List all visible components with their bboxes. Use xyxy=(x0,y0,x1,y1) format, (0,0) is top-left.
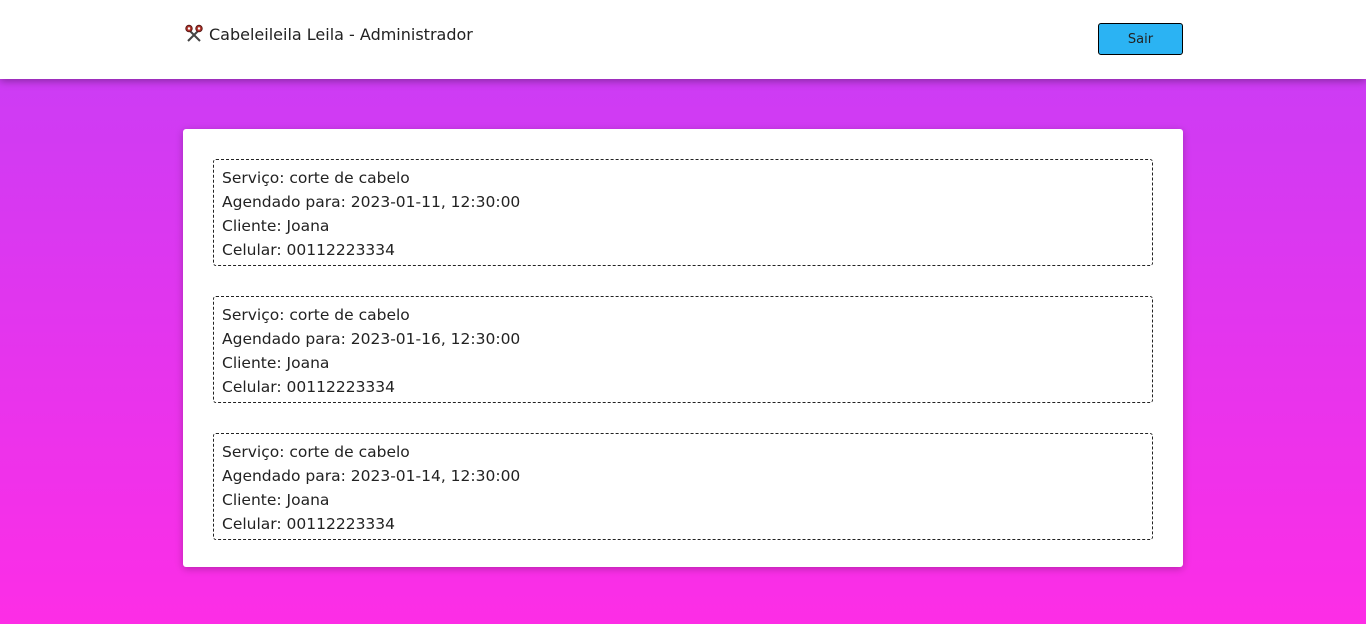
appointment-card: Serviço: corte de cabelo Agendado para: … xyxy=(213,296,1153,403)
appointment-client: Cliente: Joana xyxy=(222,354,330,372)
appointments-panel: Serviço: corte de cabelo Agendado para: … xyxy=(183,129,1183,567)
appointment-datetime: Agendado para: 2023-01-11, 12:30:00 xyxy=(222,193,521,211)
appointment-phone: Celular: 00112223334 xyxy=(222,515,396,533)
appointment-client: Cliente: Joana xyxy=(222,491,330,509)
appointment-client: Cliente: Joana xyxy=(222,217,330,235)
appointment-phone: Celular: 00112223334 xyxy=(222,378,396,396)
appointment-datetime: Agendado para: 2023-01-16, 12:30:00 xyxy=(222,330,521,348)
appointment-service: Serviço: corte de cabelo xyxy=(222,169,410,187)
appointment-service: Serviço: corte de cabelo xyxy=(222,443,410,461)
appointment-card: Serviço: corte de cabelo Agendado para: … xyxy=(213,159,1153,266)
app-title: Cabeleileila Leila - Administrador xyxy=(209,24,473,44)
scissors-icon xyxy=(184,24,204,44)
appointment-service: Serviço: corte de cabelo xyxy=(222,306,410,324)
logout-button[interactable]: Sair xyxy=(1098,23,1183,55)
brand: Cabeleileila Leila - Administrador xyxy=(184,24,473,44)
appointment-datetime: Agendado para: 2023-01-14, 12:30:00 xyxy=(222,467,521,485)
appointment-card: Serviço: corte de cabelo Agendado para: … xyxy=(213,433,1153,540)
top-header: Cabeleileila Leila - Administrador Sair xyxy=(0,0,1366,79)
appointment-phone: Celular: 00112223334 xyxy=(222,241,396,259)
